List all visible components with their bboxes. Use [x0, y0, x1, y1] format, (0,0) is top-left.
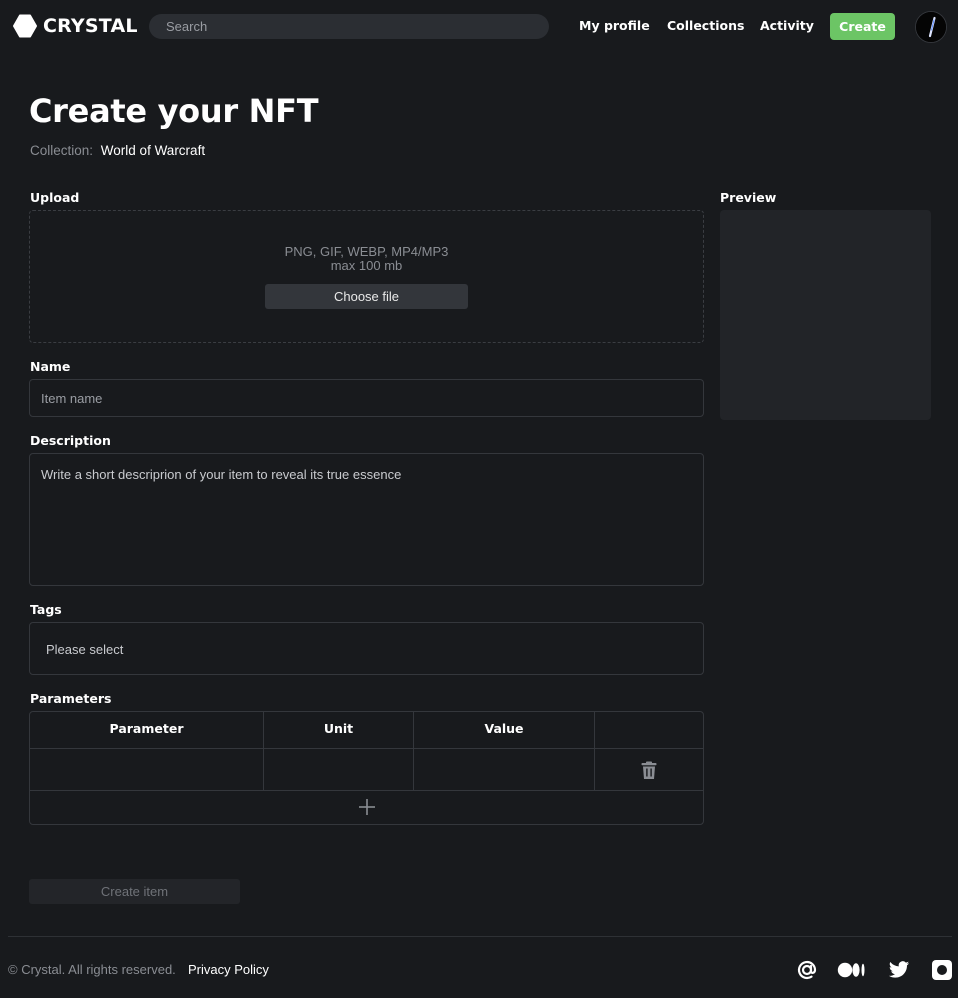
collection-label: Collection:	[30, 143, 94, 158]
copyright-text: © Crystal. All rights reserved.	[8, 962, 176, 977]
plus-icon[interactable]	[358, 798, 376, 819]
parameters-label: Parameters	[30, 691, 112, 706]
medium-icon[interactable]	[837, 959, 867, 984]
brand-logo[interactable]: CRYSTAL	[13, 14, 138, 38]
footer-divider	[8, 936, 952, 937]
privacy-policy-link[interactable]: Privacy Policy	[188, 962, 269, 977]
camera-icon[interactable]	[931, 959, 953, 984]
preview-panel	[720, 210, 931, 420]
tags-placeholder: Please select	[46, 642, 124, 657]
avatar[interactable]	[915, 11, 947, 43]
preview-label: Preview	[720, 190, 777, 205]
avatar-image	[916, 12, 946, 42]
column-header-value: Value	[484, 721, 524, 736]
description-label: Description	[30, 433, 111, 448]
upload-label: Upload	[30, 190, 80, 205]
upload-formats: PNG, GIF, WEBP, MP4/MP3	[284, 244, 449, 259]
twitter-icon[interactable]	[888, 959, 910, 984]
upload-max-size: max 100 mb	[330, 258, 403, 273]
parameter-name-cell[interactable]	[30, 749, 263, 790]
name-placeholder: Item name	[41, 391, 103, 406]
upload-dropzone[interactable]: PNG, GIF, WEBP, MP4/MP3 max 100 mb Choos…	[29, 210, 704, 343]
page-title: Create your NFT	[29, 92, 319, 130]
name-input[interactable]: Item name	[29, 379, 704, 417]
trash-icon[interactable]	[639, 760, 659, 783]
search-input[interactable]	[149, 14, 549, 39]
collection-value[interactable]: World of Warcraft	[101, 143, 205, 158]
tags-label: Tags	[30, 602, 62, 617]
brand-name: CRYSTAL	[43, 15, 138, 37]
description-placeholder: Write a short descriprion of your item t…	[41, 467, 402, 482]
column-header-unit: Unit	[323, 721, 354, 736]
nav-activity[interactable]: Activity	[760, 18, 814, 33]
nav-my-profile[interactable]: My profile	[579, 18, 650, 33]
parameters-table: Parameter Unit Value	[29, 711, 704, 825]
parameter-unit-cell[interactable]	[264, 749, 413, 790]
create-item-button[interactable]: Create item	[29, 879, 240, 904]
column-header-parameter: Parameter	[109, 721, 184, 736]
name-label: Name	[30, 359, 71, 374]
tags-select[interactable]: Please select	[29, 622, 704, 675]
choose-file-button[interactable]: Choose file	[265, 284, 468, 309]
at-sign-icon[interactable]	[796, 959, 818, 984]
parameter-value-cell[interactable]	[414, 749, 594, 790]
hexagon-logo-icon	[13, 14, 37, 38]
collection-info: Collection: World of Warcraft	[30, 143, 205, 158]
nav-collections[interactable]: Collections	[667, 18, 744, 33]
description-textarea[interactable]: Write a short descriprion of your item t…	[29, 453, 704, 586]
create-button[interactable]: Create	[830, 13, 895, 40]
top-navigation: CRYSTAL My profile Collections Activity …	[0, 0, 958, 52]
